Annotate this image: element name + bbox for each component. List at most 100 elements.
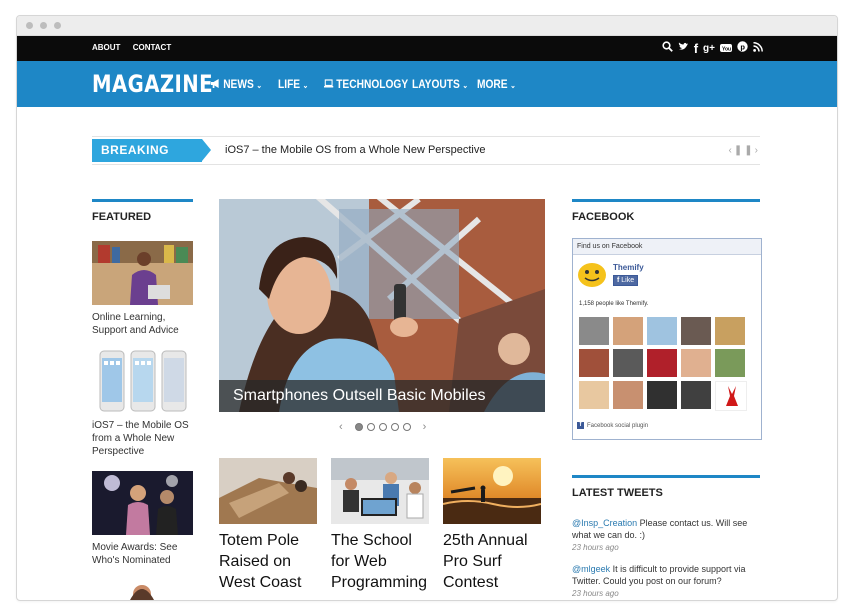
featured-item-title[interactable]: iOS7 – the Mobile OS from a Whole New Pe…: [92, 419, 197, 458]
featured-item-title[interactable]: Movie Awards: See Who's Nominated: [92, 541, 197, 567]
nav-label-life: LIFE: [278, 77, 301, 91]
window-dot-close[interactable]: [26, 22, 33, 29]
fan-avatar[interactable]: [579, 349, 609, 377]
nav-item-more[interactable]: MORE ⌄: [477, 77, 516, 91]
breaking-news-label: BREAKING NEWS: [92, 139, 202, 180]
svg-text:You: You: [722, 47, 731, 53]
chevron-down-icon: ⌄: [302, 81, 309, 90]
post-title[interactable]: The School for Web Programming: [331, 530, 429, 593]
fan-avatar[interactable]: [681, 317, 711, 345]
window-dot-maximize[interactable]: [54, 22, 61, 29]
fan-avatar[interactable]: [715, 349, 745, 377]
chevron-down-icon: ⌄: [462, 81, 469, 90]
tweet-item: @mlgeek It is difficult to provide suppo…: [572, 563, 762, 600]
tweet-time[interactable]: 23 hours ago: [572, 589, 619, 598]
nav-item-layouts[interactable]: LAYOUTS ⌄: [412, 77, 468, 91]
google-plus-icon[interactable]: g+: [703, 42, 715, 55]
featured-image-ios7[interactable]: [92, 349, 193, 413]
chevron-down-icon: ⌄: [510, 81, 516, 90]
tweets-heading: LATEST TWEETS: [572, 475, 760, 499]
chevron-down-icon: ⌄: [256, 81, 263, 90]
svg-text:p: p: [740, 42, 745, 51]
slider-dot[interactable]: [378, 423, 387, 431]
window-dot-minimize[interactable]: [40, 22, 47, 29]
facebook-like-count: 1,158 people like Themify.: [579, 301, 649, 307]
post-thumb-school[interactable]: [331, 458, 429, 524]
fan-avatar[interactable]: [647, 349, 677, 377]
themify-avatar[interactable]: [577, 261, 607, 294]
pinterest-icon[interactable]: p: [737, 41, 748, 56]
chevron-left-icon[interactable]: ‹: [339, 421, 343, 433]
nav-label-more: MORE: [477, 77, 508, 91]
main-navbar: MAGAZINE NEWS ⌄ LIFE ⌄ TECHNOLOGY LAYOUTS ⌄…: [17, 61, 837, 107]
megaphone-icon: [211, 77, 223, 91]
breaking-news-controls: ‹❚❚›: [729, 145, 760, 156]
featured-image-learning[interactable]: [92, 241, 193, 305]
nav-label-layouts: LAYOUTS: [412, 77, 460, 91]
tweet-handle[interactable]: @Insp_Creation: [572, 518, 637, 528]
featured-item-title[interactable]: Online Learning, Support and Advice: [92, 311, 197, 337]
featured-image-partial[interactable]: [92, 576, 193, 600]
nav-item-news[interactable]: NEWS ⌄: [211, 77, 262, 91]
fan-avatar[interactable]: [613, 381, 643, 409]
chevron-right-icon[interactable]: ›: [755, 145, 760, 156]
contact-link[interactable]: CONTACT: [133, 43, 172, 52]
search-icon[interactable]: [662, 41, 673, 56]
fan-avatar[interactable]: [681, 349, 711, 377]
fan-avatar[interactable]: [647, 381, 677, 409]
fan-avatar[interactable]: [681, 381, 711, 409]
slider-caption[interactable]: Smartphones Outsell Basic Mobiles: [219, 380, 545, 412]
fan-avatar[interactable]: [613, 349, 643, 377]
tweet-item: @Insp_Creation Please contact us. Will s…: [572, 517, 762, 554]
featured-image-awards[interactable]: [92, 471, 193, 535]
pause-icon[interactable]: ❚❚: [734, 145, 755, 156]
fan-avatar[interactable]: [715, 317, 745, 345]
about-link[interactable]: ABOUT: [92, 43, 120, 52]
slider-dot[interactable]: [366, 423, 375, 431]
facebook-social-plugin[interactable]: f Facebook social plugin: [577, 422, 648, 429]
youtube-icon[interactable]: You: [720, 41, 732, 56]
featured-heading: FEATURED: [92, 199, 193, 223]
top-bar: ABOUT CONTACT f g+ You p: [17, 36, 837, 61]
tweet-time[interactable]: 23 hours ago: [572, 543, 619, 552]
post-title[interactable]: 25th Annual Pro Surf Contest: [443, 530, 541, 593]
facebook-like-label: Like: [621, 277, 635, 284]
slider-pager: ‹ ›: [339, 421, 426, 433]
post-thumb-totem[interactable]: [219, 458, 317, 524]
browser-window: ABOUT CONTACT f g+ You p MAGAZINE NEWS ⌄…: [16, 15, 838, 601]
breaking-news-headline[interactable]: iOS7 – the Mobile OS from a Whole New Pe…: [225, 144, 485, 156]
breaking-news-bar: BREAKING NEWS iOS7 – the Mobile OS from …: [92, 136, 760, 180]
rss-icon[interactable]: [753, 41, 763, 56]
featured-slider[interactable]: Smartphones Outsell Basic Mobiles: [219, 199, 545, 412]
fan-avatar[interactable]: [715, 381, 747, 411]
post-title[interactable]: Totem Pole Raised on West Coast: [219, 530, 317, 593]
facebook-like-button[interactable]: f Like: [613, 275, 639, 286]
social-icons: f g+ You p: [662, 41, 763, 56]
nav-label-technology: TECHNOLOGY: [336, 77, 409, 91]
nav-label-news: NEWS: [223, 77, 254, 91]
browser-chrome: [17, 16, 837, 36]
twitter-icon[interactable]: [678, 42, 689, 56]
facebook-icon: f: [577, 422, 584, 429]
facebook-widget: Find us on Facebook Themify f Like 1,158…: [572, 238, 762, 440]
post-thumb-surf[interactable]: [443, 458, 541, 524]
facebook-heading: FACEBOOK: [572, 199, 760, 223]
fan-avatar[interactable]: [579, 381, 609, 409]
facebook-plugin-label: Facebook social plugin: [587, 422, 649, 429]
nav-item-life[interactable]: LIFE ⌄: [278, 77, 308, 91]
facebook-box-title: Find us on Facebook: [573, 239, 761, 255]
slider-dot[interactable]: [354, 423, 363, 431]
fan-avatar[interactable]: [613, 317, 643, 345]
tweet-handle[interactable]: @mlgeek: [572, 564, 610, 574]
slider-dot[interactable]: [390, 423, 399, 431]
fan-avatar[interactable]: [579, 317, 609, 345]
facebook-icon[interactable]: f: [694, 42, 698, 55]
slider-dot[interactable]: [402, 423, 411, 431]
site-logo[interactable]: MAGAZINE: [92, 70, 213, 98]
facebook-page-name[interactable]: Themify: [613, 263, 644, 272]
fan-avatar[interactable]: [647, 317, 677, 345]
nav-item-technology[interactable]: TECHNOLOGY: [324, 77, 408, 91]
chevron-right-icon[interactable]: ›: [423, 421, 427, 433]
laptop-icon: [324, 77, 336, 91]
breaking-news-arrow: [202, 139, 211, 161]
